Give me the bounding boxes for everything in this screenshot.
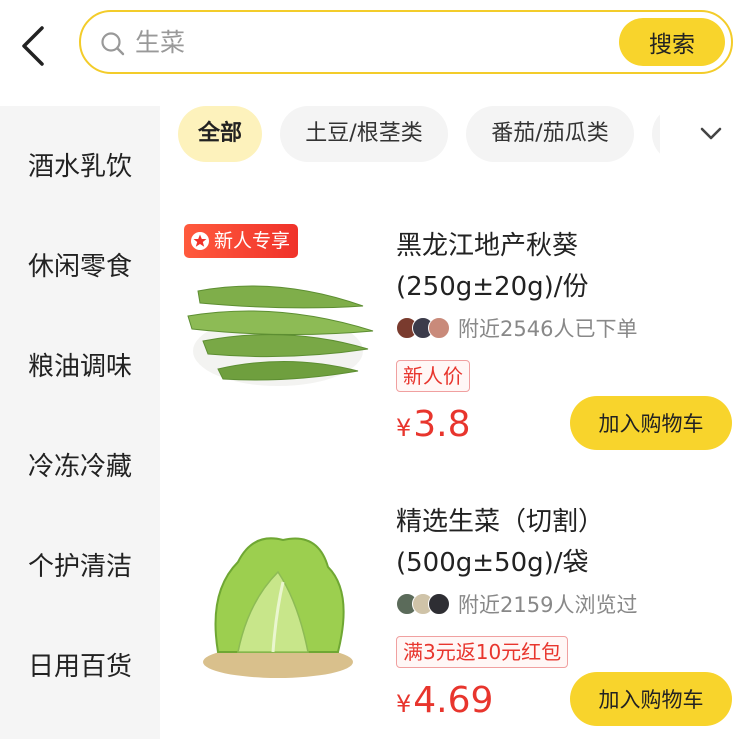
search-bar: 搜索 [79,10,733,74]
price-value: 3.8 [413,404,471,445]
product-title[interactable]: 精选生菜（切割）(500g±50g)/袋 [396,502,736,584]
new-user-tag-label: 新人专享 [214,230,291,252]
promo-badge: 满3元返10元红包 [396,636,569,668]
avatar-group [396,593,450,615]
subcategory-chips: 全部 土豆/根茎类 番茄/茄瓜类 [160,106,750,166]
back-arrow-icon[interactable] [14,24,54,68]
avatar [428,317,450,339]
add-to-cart-button[interactable]: 加入购物车 [570,396,732,450]
avatar-group [396,317,450,339]
search-icon [101,32,125,56]
search-input[interactable] [135,22,585,62]
new-user-tag: 新人专享 [184,224,299,258]
social-proof-text: 附近2159人浏览过 [458,593,638,617]
star-icon [191,232,209,250]
promo-badge: 新人价 [396,360,470,392]
price: ¥3.8 [396,404,471,445]
chip-tomato-eggplant[interactable]: 番茄/茄瓜类 [466,106,634,162]
currency-symbol: ¥ [396,414,412,442]
lettuce-image [203,537,353,678]
chip-all[interactable]: 全部 [178,106,262,162]
search-button[interactable]: 搜索 [619,18,725,66]
top-bar: 搜索 [0,0,750,90]
sidebar-item-snacks[interactable]: 休闲零食 [0,214,160,314]
social-proof: 附近2159人浏览过 [396,589,637,619]
social-proof-text: 附近2546人已下单 [458,317,638,341]
sidebar-item-grain-oil[interactable]: 粮油调味 [0,314,160,414]
sidebar-item-personal-care[interactable]: 个护清洁 [0,514,160,614]
category-sidebar: 酒水乳饮 休闲零食 粮油调味 冷冻冷藏 个护清洁 日用百货 [0,106,160,739]
social-proof: 附近2546人已下单 [396,313,637,343]
price-value: 4.69 [413,680,494,721]
sidebar-item-daily-goods[interactable]: 日用百货 [0,614,160,714]
product-card[interactable]: 新人专享 黑龙江地产秋葵 (250g±20g)/份 附近2546人已下单 新人价… [160,176,750,456]
product-title[interactable]: 黑龙江地产秋葵 (250g±20g)/份 [396,226,736,308]
currency-symbol: ¥ [396,690,412,718]
sidebar-item-drinks[interactable]: 酒水乳饮 [0,114,160,214]
chip-potato-root[interactable]: 土豆/根茎类 [280,106,448,162]
add-to-cart-button[interactable]: 加入购物车 [570,672,732,726]
price: ¥4.69 [396,680,493,721]
sidebar-item-frozen[interactable]: 冷冻冷藏 [0,414,160,514]
chevron-down-icon[interactable] [698,120,724,146]
product-card[interactable]: 精选生菜（切割）(500g±50g)/袋 附近2159人浏览过 满3元返10元红… [160,452,750,732]
avatar [428,593,450,615]
